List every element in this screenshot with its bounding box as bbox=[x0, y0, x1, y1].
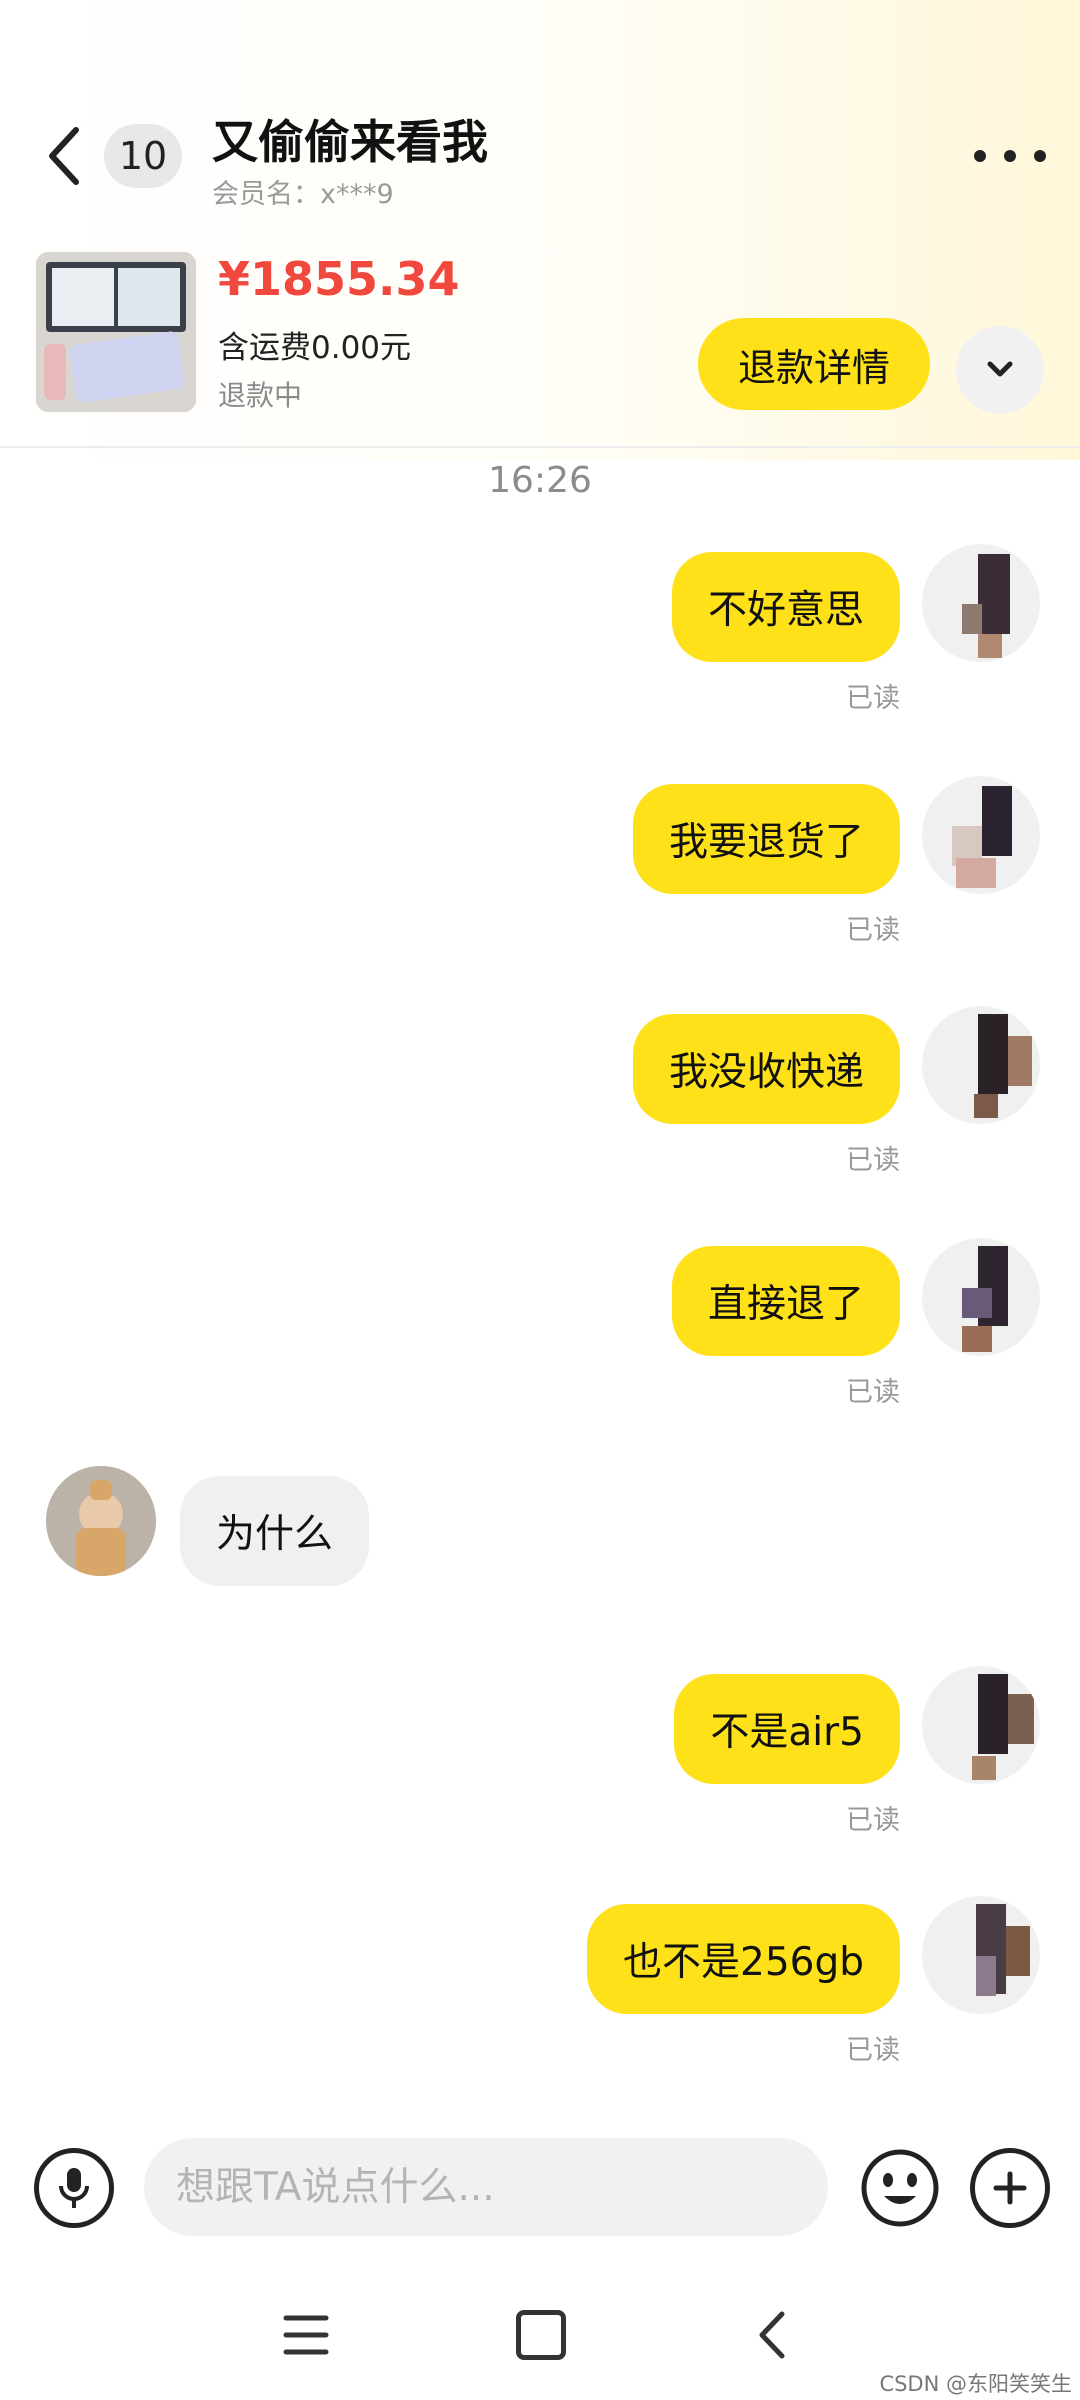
avatar[interactable] bbox=[922, 1666, 1040, 1784]
message-bubble[interactable]: 也不是256gb bbox=[587, 1904, 900, 2014]
read-receipt: 已读 bbox=[846, 683, 900, 714]
menu-icon[interactable] bbox=[282, 2312, 330, 2358]
read-receipt: 已读 bbox=[846, 1805, 900, 1836]
message-row: 我要退货了 已读 bbox=[0, 776, 1080, 954]
chat-title: 又偷偷来看我 bbox=[212, 115, 488, 169]
refund-status: 退款中 bbox=[218, 379, 303, 412]
expand-button[interactable] bbox=[956, 326, 1044, 414]
home-icon[interactable] bbox=[516, 2310, 566, 2360]
message-row: 不好意思 已读 bbox=[0, 544, 1080, 722]
more-actions-button[interactable] bbox=[970, 2148, 1050, 2228]
order-card[interactable]: ¥1855.34 含运费0.00元 退款中 退款详情 bbox=[0, 230, 1080, 450]
member-name: 会员名：x***9 bbox=[212, 179, 394, 210]
order-price: ¥1855.34 bbox=[218, 252, 460, 306]
shipping-fee: 含运费0.00元 bbox=[218, 330, 412, 366]
message-bubble[interactable]: 我没收快递 bbox=[632, 1014, 900, 1124]
nav-back-icon[interactable] bbox=[752, 2308, 792, 2362]
message-row: 为什么 bbox=[0, 1466, 1080, 1646]
avatar[interactable] bbox=[922, 1896, 1040, 2014]
back-arrow-icon bbox=[49, 127, 79, 185]
read-receipt: 已读 bbox=[846, 2035, 900, 2066]
chat-header: 10 又偷偷来看我 会员名：x***9 bbox=[0, 0, 1080, 210]
watermark: CSDN @东阳笑笑生 bbox=[879, 2372, 1072, 2396]
contact-avatar[interactable] bbox=[46, 1466, 156, 1576]
voice-input-button[interactable] bbox=[34, 2148, 114, 2228]
avatar[interactable] bbox=[922, 1238, 1040, 1356]
avatar[interactable] bbox=[922, 1006, 1040, 1124]
message-bubble[interactable]: 直接退了 bbox=[671, 1246, 900, 1356]
chat-timestamp: 16:26 bbox=[488, 460, 592, 501]
product-thumbnail[interactable] bbox=[36, 252, 196, 412]
emoji-button[interactable] bbox=[860, 2148, 940, 2228]
message-row: 也不是256gb 已读 bbox=[0, 1896, 1080, 2074]
message-row: 不是air5 已读 bbox=[0, 1666, 1080, 1844]
emoji-icon bbox=[861, 2149, 939, 2227]
more-button[interactable] bbox=[974, 134, 1046, 178]
chevron-down-icon bbox=[987, 361, 1013, 377]
message-bubble[interactable]: 我要退货了 bbox=[632, 784, 900, 894]
unread-count-badge: 10 bbox=[104, 124, 182, 188]
message-row: 直接退了 已读 bbox=[0, 1238, 1080, 1416]
message-input[interactable] bbox=[144, 2138, 828, 2236]
microphone-icon bbox=[59, 2168, 89, 2208]
more-dots-icon bbox=[974, 150, 986, 162]
message-bubble[interactable]: 不是air5 bbox=[674, 1674, 900, 1784]
header-divider bbox=[0, 446, 1080, 448]
avatar[interactable] bbox=[922, 544, 1040, 662]
plus-icon bbox=[993, 2171, 1027, 2205]
message-input-bar bbox=[0, 2120, 1080, 2260]
message-bubble[interactable]: 为什么 bbox=[180, 1476, 370, 1586]
back-button[interactable] bbox=[38, 120, 98, 192]
read-receipt: 已读 bbox=[846, 1377, 900, 1408]
message-bubble[interactable]: 不好意思 bbox=[671, 552, 900, 662]
read-receipt: 已读 bbox=[846, 915, 900, 946]
avatar[interactable] bbox=[922, 776, 1040, 894]
read-receipt: 已读 bbox=[846, 1145, 900, 1176]
message-row: 我没收快递 已读 bbox=[0, 1006, 1080, 1184]
refund-details-button[interactable]: 退款详情 bbox=[698, 318, 930, 410]
